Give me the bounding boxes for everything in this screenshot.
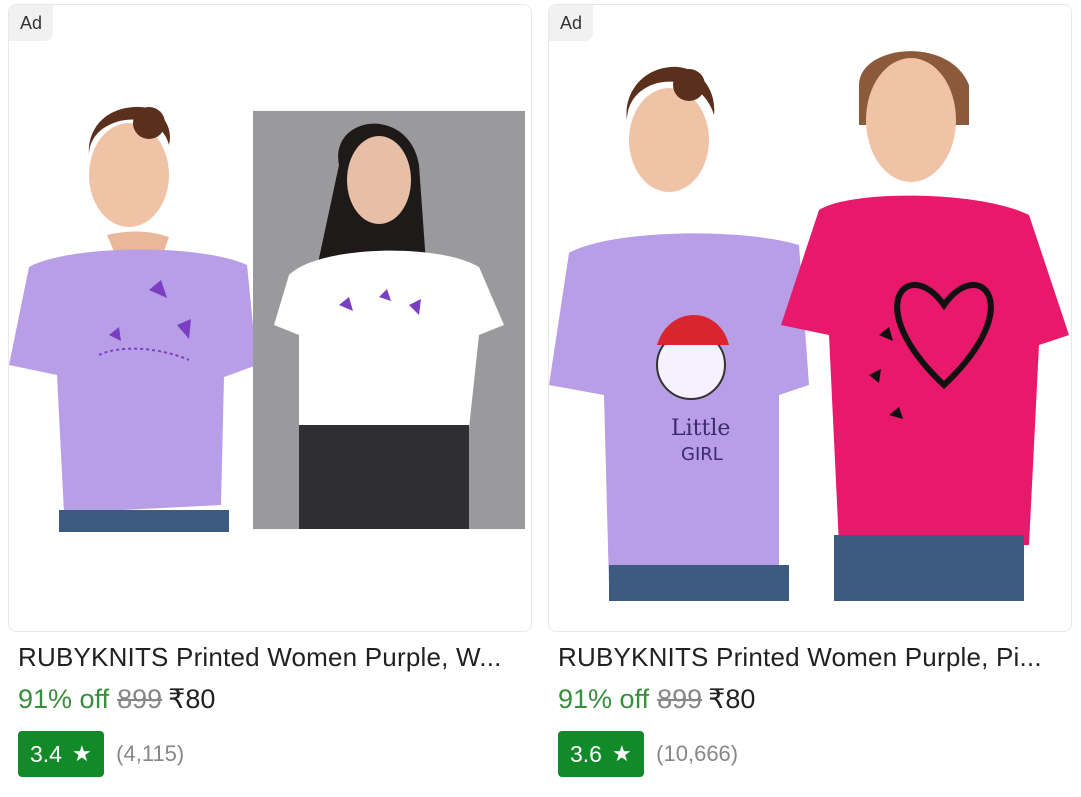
review-count: (10,666) <box>656 741 739 766</box>
mrp-strikethrough: 899 <box>117 684 163 714</box>
mrp-strikethrough: 899 <box>657 684 703 714</box>
model-purple-tshirt: Little GIRL <box>549 66 809 601</box>
rating-row: 3.4 ★ (4,115) <box>18 731 184 777</box>
rating-value: 3.4 <box>30 740 62 767</box>
selling-price: ₹80 <box>708 684 756 714</box>
price-row: 91% off 899 ₹80 <box>558 684 755 715</box>
price-row: 91% off 899 ₹80 <box>18 684 215 715</box>
product-photo-2: Little GIRL <box>549 51 1069 601</box>
star-icon: ★ <box>611 741 632 766</box>
ad-label: Ad <box>549 5 593 41</box>
rating-badge: 3.6 ★ <box>558 731 644 777</box>
product-title[interactable]: RUBYKNITS Printed Women Purple, W... <box>18 642 523 673</box>
svg-text:Little: Little <box>671 416 730 441</box>
selling-price: ₹80 <box>168 684 216 714</box>
rating-row: 3.6 ★ (10,666) <box>558 731 738 777</box>
model-pink-tshirt <box>781 51 1069 601</box>
rating-badge: 3.4 ★ <box>18 731 104 777</box>
product-image-1[interactable]: Ad <box>8 4 532 632</box>
review-count: (4,115) <box>116 741 185 766</box>
svg-text:GIRL: GIRL <box>681 444 723 465</box>
star-icon: ★ <box>71 741 92 766</box>
product-title[interactable]: RUBYKNITS Printed Women Purple, Pi... <box>558 642 1063 673</box>
product-photo-1 <box>9 106 525 532</box>
model-white-tshirt <box>253 111 525 529</box>
model-purple-tshirt <box>9 106 257 532</box>
product-image-2[interactable]: Little GIRL Ad <box>548 4 1072 632</box>
rating-value: 3.6 <box>570 740 602 767</box>
product-card-2[interactable]: Little GIRL Ad RUBYKNITS Printed Women P… <box>548 4 1072 797</box>
product-card-1[interactable]: Ad RUBYKNITS Printed Women Purple, W... … <box>8 4 532 797</box>
ad-label: Ad <box>9 5 53 41</box>
discount-text: 91% off <box>558 684 650 714</box>
discount-text: 91% off <box>18 684 110 714</box>
